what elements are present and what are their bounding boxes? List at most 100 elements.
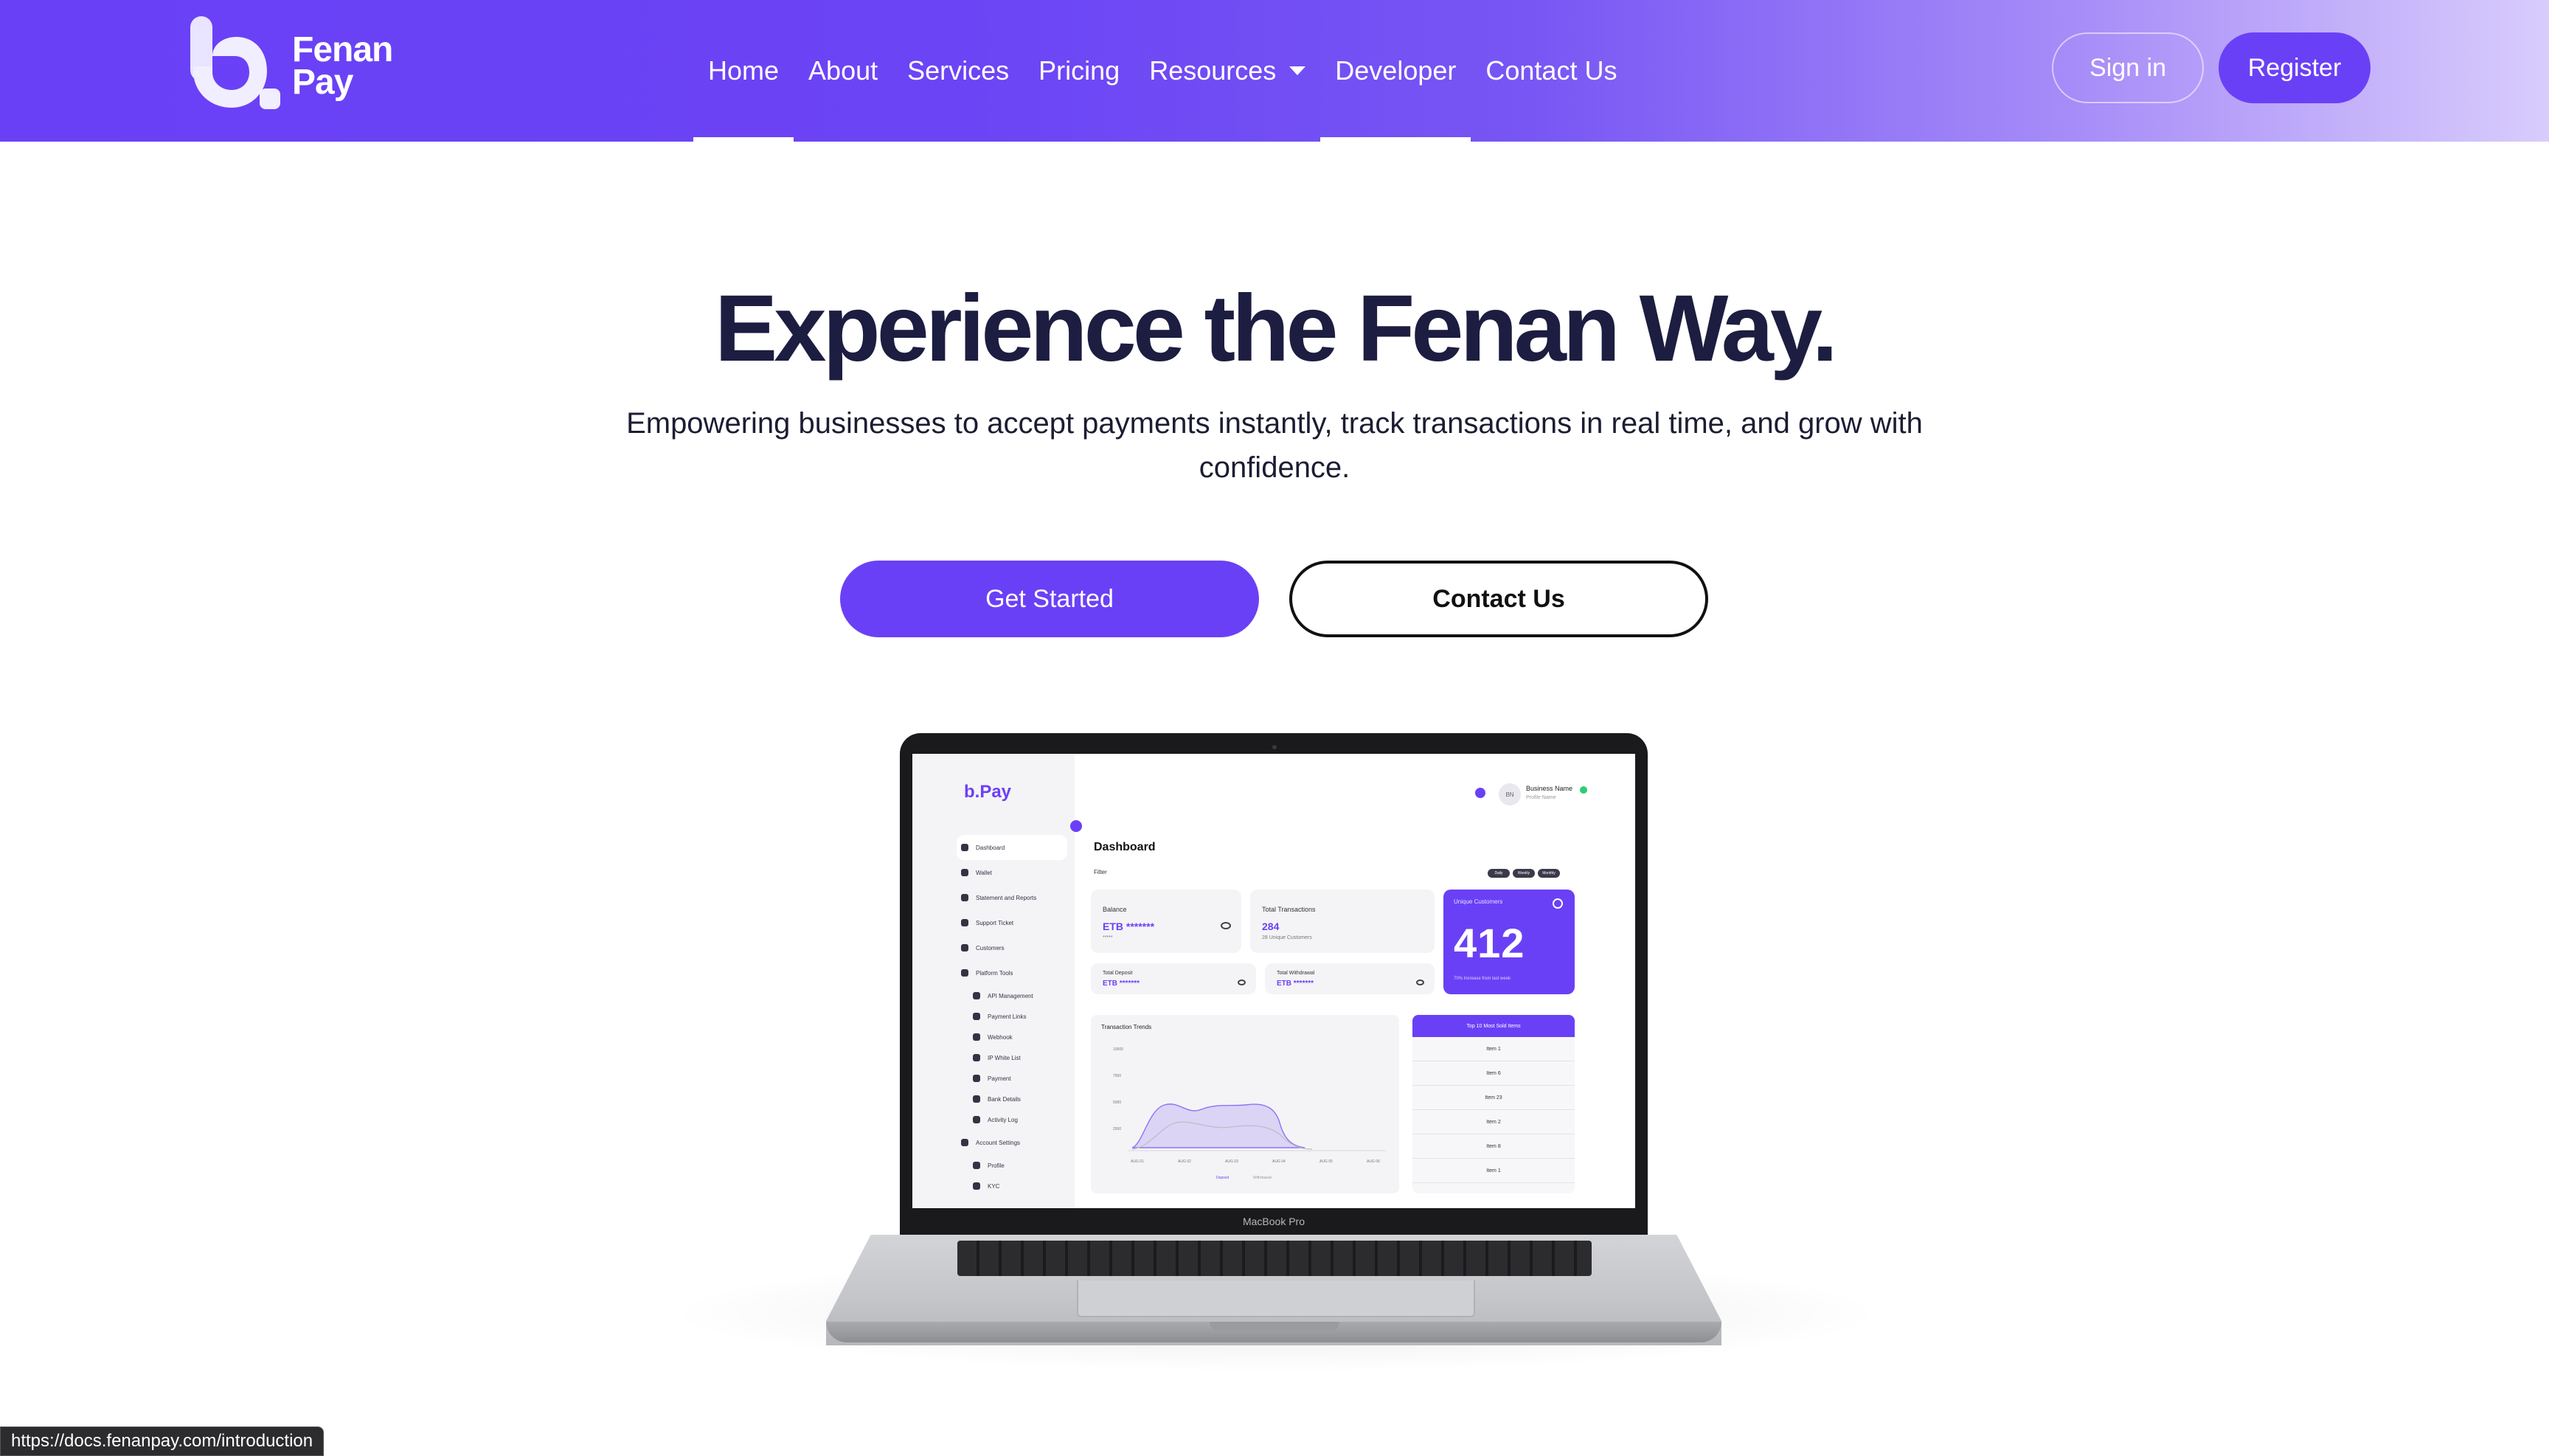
dashboard-nav-label: Payment Links [988,1013,1027,1020]
legend-withdrawal: Withdrawal [1253,1176,1272,1180]
eye-icon [1416,980,1424,985]
dashboard-nav-label: Profile [988,1162,1005,1169]
gear-icon [961,1139,968,1146]
laptop-notch [1210,1322,1339,1331]
dashboard-nav-item: Payment Links [957,1006,1067,1027]
payment-icon [973,1075,980,1082]
history-icon [973,1116,980,1123]
verified-badge-icon [1580,786,1587,794]
user-icon [973,1162,980,1169]
dashboard-nav-item: Wallet [957,860,1067,885]
dashboard-nav-item: Platform Tools [957,960,1067,985]
top-item-row: Item 6 [1412,1061,1575,1086]
get-started-button[interactable]: Get Started [840,561,1259,637]
y-tick-label: 10000 [1113,1047,1123,1052]
report-icon [961,894,968,901]
dashboard-nav-item: Statement and Reports [957,885,1067,910]
withdrawal-label: Total Withdrawal [1277,971,1315,976]
link-icon [973,1013,980,1020]
dashboard-nav-item: Activity Log [957,1109,1067,1130]
withdrawal-value: ETB ******* [1277,980,1314,988]
contact-us-button[interactable]: Contact Us [1289,561,1708,637]
nav-about[interactable]: About [794,0,892,142]
eye-icon [1238,980,1246,985]
top-item-row: Item 8 [1412,1134,1575,1159]
eye-icon [1221,922,1231,929]
site-header: Fenan Pay Home About Services Pricing Re… [0,0,2549,142]
deposit-area [1131,1103,1305,1148]
laptop-trackpad [1077,1280,1475,1317]
dashboard-nav-label: KYC [988,1182,1000,1190]
notification-icon [1475,788,1485,798]
nav-contact-us[interactable]: Contact Us [1471,0,1631,142]
top-item-row: Item 1 [1412,1037,1575,1061]
laptop-model-label: MacBook Pro [1242,1216,1305,1227]
laptop-keyboard [957,1241,1592,1276]
logo-wordmark: Fenan Pay [292,30,393,100]
dashboard-nav-item: Customers [957,935,1067,960]
nav-services[interactable]: Services [892,0,1024,142]
unique-customers-card: Unique Customers 412 70% Increase from l… [1443,890,1575,994]
fenanpay-logo[interactable]: Fenan Pay [187,15,401,118]
top-item-row: Item 23 [1412,1086,1575,1110]
dashboard-nav-item: Payment [957,1068,1067,1089]
transactions-hint: 28 Unique Customers [1262,935,1312,940]
dashboard-nav-label: IP White List [988,1054,1021,1061]
dashboard-nav-item: Account Settings [957,1130,1067,1155]
dashboard-nav-label: Activity Log [988,1116,1018,1123]
top-item-row: Item 1 [1412,1159,1575,1183]
dashboard-nav-item: Profile [957,1155,1067,1176]
x-tick-label: AUG 01 [1131,1159,1144,1164]
register-button[interactable]: Register [2219,32,2371,103]
bank-icon [973,1095,980,1103]
avatar: BN [1499,783,1521,805]
dashboard-nav-item: KYC [957,1176,1067,1196]
period-pills: Daily Weekly Monthly [1488,869,1560,878]
nav-home[interactable]: Home [693,0,794,142]
trend-chart: 10000 7500 5000 2500 AUG 01 AUG 02 AUG 0… [1113,1047,1386,1180]
nav-pricing[interactable]: Pricing [1024,0,1134,142]
dashboard-title: Dashboard [1094,841,1156,853]
dashboard-nav-label: API Management [988,992,1033,999]
business-name: Business Name [1526,785,1573,792]
wallet-icon [961,869,968,876]
x-tick-label: AUG 03 [1225,1159,1238,1164]
nav-resources[interactable]: Resources [1134,0,1320,142]
dashboard-nav-label: Payment [988,1075,1011,1082]
transactions-card: Total Transactions 284 28 Unique Custome… [1250,890,1435,953]
legend-deposit: Deposit [1216,1176,1230,1180]
dashboard-nav-item: Dashboard [957,835,1067,860]
deposit-card: Total Deposit ETB ******* [1091,963,1256,994]
dashboard-nav-item: Bank Details [957,1089,1067,1109]
top-items-card: Top 10 Most Sold Items Item 1 Item 6 Ite… [1412,1015,1575,1193]
sidebar-collapse-icon [1070,820,1082,832]
api-icon [973,992,980,999]
unique-customers-hint: 70% Increase from last week [1454,977,1511,981]
transactions-value: 284 [1262,921,1280,932]
balance-card: Balance ETB ******* ***** [1091,890,1241,953]
id-card-icon [973,1182,980,1190]
dashboard-nav-label: Account Settings [976,1139,1021,1146]
main-nav: Home About Services Pricing Resources De… [693,0,1631,142]
dashboard-brand: b.Pay [964,782,1012,802]
camera-icon [1272,745,1277,749]
dashboard-nav-label: Webhook [988,1033,1013,1041]
dashboard-nav-item: API Management [957,985,1067,1006]
sign-in-button[interactable]: Sign in [2052,32,2204,103]
x-tick-label: AUG 02 [1178,1159,1191,1164]
business-role: Profile Name [1526,795,1556,800]
withdrawal-card: Total Withdrawal ETB ******* [1265,963,1435,994]
transaction-trends-card: Transaction Trends 10000 7500 5000 2500 … [1091,1015,1399,1193]
logo-line-1: Fenan [292,30,393,69]
dashboard-nav-item: Webhook [957,1027,1067,1047]
balance-value: ETB ******* [1103,921,1155,932]
dashboard-sidebar: b.Pay Dashboard Wallet Statement and Rep… [912,754,1075,1208]
users-icon [961,944,968,951]
nav-developer[interactable]: Developer [1320,0,1471,142]
x-tick-label: AUG 05 [1319,1159,1333,1164]
caret-down-icon [1289,66,1306,75]
dashboard-nav: Dashboard Wallet Statement and Reports S… [957,835,1067,1196]
transactions-label: Total Transactions [1262,906,1316,913]
balance-label: Balance [1103,906,1127,913]
dashboard-nav-item: Support Ticket [957,910,1067,935]
